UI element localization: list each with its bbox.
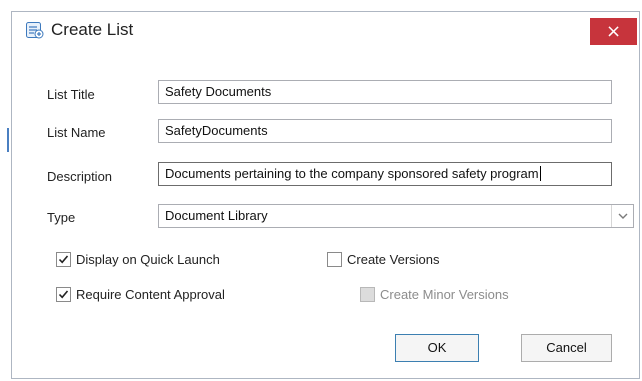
text-cursor — [539, 166, 541, 181]
display-quick-launch-label[interactable]: Display on Quick Launch — [76, 252, 220, 267]
list-icon — [26, 22, 44, 39]
checkmark-icon — [58, 290, 69, 299]
list-title-label: List Title — [47, 87, 95, 102]
select-divider — [611, 205, 612, 227]
create-minor-versions-label: Create Minor Versions — [380, 287, 509, 302]
title-bar[interactable]: Create List × — [12, 12, 639, 49]
display-quick-launch-checkbox[interactable] — [56, 252, 71, 267]
create-list-dialog: Create List × List Title Safety Document… — [11, 11, 640, 379]
chevron-down-icon[interactable] — [616, 208, 630, 224]
create-versions-label[interactable]: Create Versions — [347, 252, 440, 267]
ok-button[interactable]: OK — [395, 334, 479, 362]
description-label: Description — [47, 169, 113, 184]
type-selected-value: Document Library — [165, 208, 268, 223]
cancel-button[interactable]: Cancel — [521, 334, 612, 362]
require-content-approval-label[interactable]: Require Content Approval — [76, 287, 225, 302]
dialog-title: Create List — [51, 20, 134, 39]
list-name-label: List Name — [47, 125, 106, 140]
close-icon: × — [605, 21, 622, 42]
close-button[interactable]: × — [590, 18, 637, 45]
type-select[interactable]: Document Library — [158, 204, 634, 228]
create-versions-checkbox[interactable] — [327, 252, 342, 267]
description-text: Documents pertaining to the company spon… — [165, 166, 539, 181]
create-minor-versions-checkbox — [360, 287, 375, 302]
window-edge-accent — [7, 128, 9, 152]
description-input[interactable]: Documents pertaining to the company spon… — [158, 162, 612, 186]
type-label: Type — [47, 210, 76, 225]
checkmark-icon — [58, 255, 69, 264]
list-title-input[interactable]: Safety Documents — [158, 80, 612, 104]
require-content-approval-checkbox[interactable] — [56, 287, 71, 302]
list-name-input[interactable]: SafetyDocuments — [158, 119, 612, 143]
